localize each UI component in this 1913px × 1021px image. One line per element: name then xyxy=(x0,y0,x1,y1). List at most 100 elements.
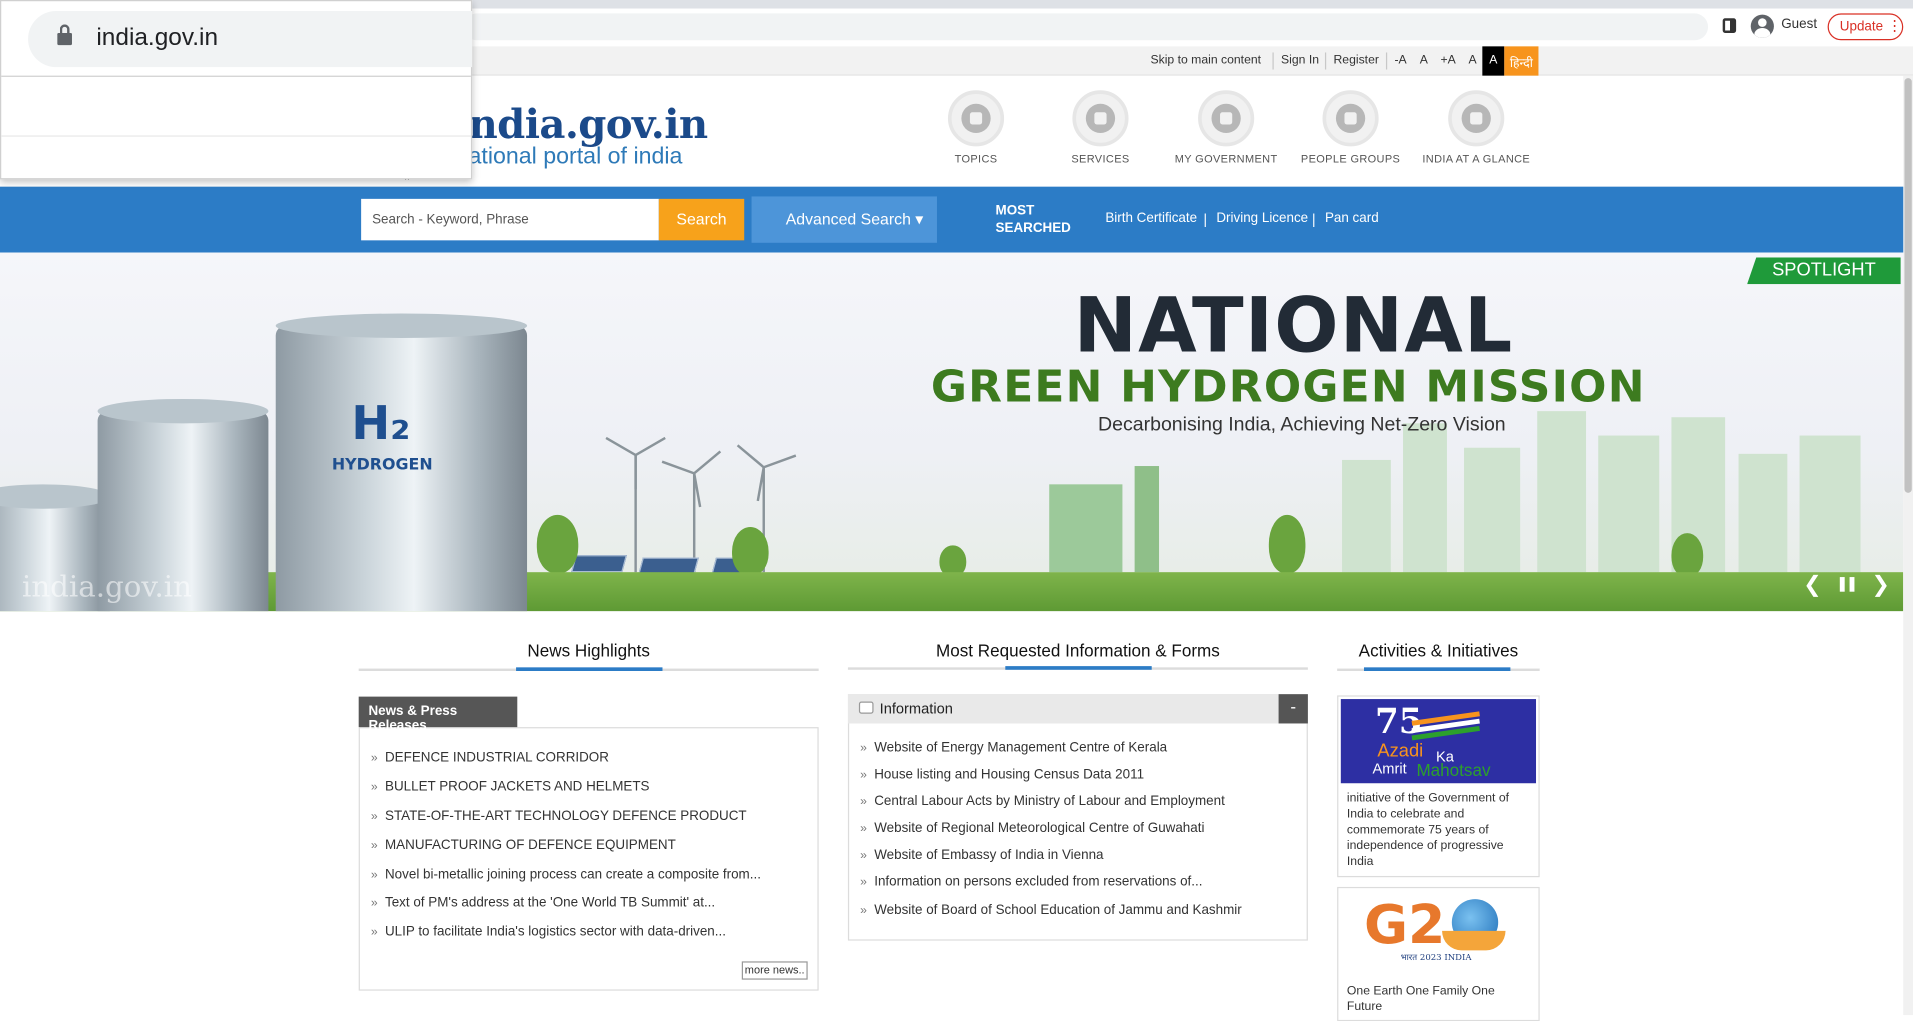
news-press-releases-tab[interactable]: News & Press Releases xyxy=(358,696,518,733)
chevron-double-right-icon: » xyxy=(860,795,867,809)
information-item[interactable]: » Website of Board of School Education of… xyxy=(860,903,1242,918)
azadi-ka-amrit-mahotsav-logo[interactable]: 75 Azadi Ka Amrit Mahotsav xyxy=(1340,699,1537,784)
lock-icon[interactable] xyxy=(57,24,72,46)
divider xyxy=(1385,52,1388,70)
nav-my-government[interactable]: MY GOVERNMENT xyxy=(1159,90,1293,165)
contrast-light-button[interactable]: A xyxy=(1463,46,1483,75)
information-item[interactable]: » Central Labour Acts by Ministry of Labo… xyxy=(860,794,1225,809)
carousel-next-icon[interactable]: ❯ xyxy=(1872,572,1890,598)
news-item-label: DEFENCE INDUSTRIAL CORRIDOR xyxy=(384,750,609,765)
nav-india-at-a-glance[interactable]: INDIA AT A GLANCE xyxy=(1409,90,1543,165)
wind-turbine-blade xyxy=(605,436,637,457)
activity-card-text[interactable]: One Earth One Family One Future xyxy=(1347,983,1530,1015)
information-item[interactable]: » Information on persons excluded from re… xyxy=(860,875,1202,890)
news-item[interactable]: » STATE-OF-THE-ART TECHNOLOGY DEFENCE PRO… xyxy=(371,809,747,824)
chevron-double-right-icon: » xyxy=(860,849,867,863)
skip-to-content-link[interactable]: Skip to main content xyxy=(1150,54,1261,67)
solar-panel xyxy=(571,555,627,573)
news-item[interactable]: » Novel bi-metallic joining process can c… xyxy=(371,867,761,882)
wind-turbine-blade xyxy=(736,444,765,469)
azadi-logo-word: Azadi xyxy=(1377,740,1424,762)
government-building-icon xyxy=(1198,90,1255,147)
spotlight-banner[interactable]: H₂ HYDROGEN india.gov.in NATIONAL GREEN … xyxy=(0,252,1904,612)
news-item[interactable]: » MANUFACTURING OF DEFENCE EQUIPMENT xyxy=(371,838,676,853)
news-box xyxy=(358,727,819,991)
most-searched-pan-card[interactable]: Pan card xyxy=(1325,211,1379,226)
chevron-double-right-icon: » xyxy=(370,925,378,940)
information-item[interactable]: » Website of Embassy of India in Vienna xyxy=(860,848,1103,863)
glance-target-icon xyxy=(1448,90,1505,147)
omnibox-url-field[interactable] xyxy=(28,10,473,68)
information-item-label: Central Labour Acts by Ministry of Labou… xyxy=(874,794,1225,809)
information-item[interactable]: » Website of Regional Meteorological Cent… xyxy=(860,821,1204,836)
nav-topics[interactable]: TOPICS xyxy=(909,90,1043,165)
update-label: Update xyxy=(1839,19,1884,35)
sign-in-link[interactable]: Sign In xyxy=(1281,54,1319,67)
most-searched-heading: MOST SEARCHED xyxy=(996,203,1071,237)
wind-turbine-blade xyxy=(661,460,695,475)
news-section-title: News Highlights xyxy=(527,640,650,661)
information-item[interactable]: » Website of Energy Management Centre of … xyxy=(860,741,1167,756)
advanced-search-dropdown[interactable]: Advanced Search ▾ xyxy=(751,196,937,243)
news-item[interactable]: » Text of PM's address at the 'One World … xyxy=(371,895,715,910)
g20-logo[interactable]: G2 भारत 2023 INDIA xyxy=(1364,894,1510,970)
chevron-double-right-icon: » xyxy=(860,768,867,783)
document-icon xyxy=(858,701,874,714)
carousel-pause-icon[interactable] xyxy=(1839,577,1855,592)
update-button[interactable]: Update ⋮ xyxy=(1827,13,1904,41)
most-searched-line1: MOST xyxy=(995,203,1035,219)
more-news-button[interactable]: more news.. xyxy=(741,961,808,980)
profile-avatar-icon[interactable] xyxy=(1750,14,1774,38)
chat-bubbles-icon xyxy=(947,90,1005,147)
activity-card-text[interactable]: initiative of the Government of India to… xyxy=(1347,791,1530,870)
information-item-label: Website of Regional Meteorological Centr… xyxy=(874,821,1205,836)
chevron-double-right-icon: » xyxy=(370,810,378,824)
news-item[interactable]: » ULIP to facilitate India's logistics se… xyxy=(371,925,726,940)
search-input[interactable] xyxy=(361,198,659,241)
news-item[interactable]: » BULLET PROOF JACKETS AND HELMETS xyxy=(371,780,650,795)
tank-hydrogen-label: HYDROGEN xyxy=(331,456,433,475)
font-increase-button[interactable]: +A xyxy=(1436,46,1460,75)
banner-watermark: india.gov.in xyxy=(21,569,193,604)
most-searched-birth-certificate[interactable]: Birth Certificate xyxy=(1105,211,1197,226)
news-item[interactable]: » DEFENCE INDUSTRIAL CORRIDOR xyxy=(371,750,609,765)
nav-services[interactable]: SERVICES xyxy=(1033,90,1167,165)
banner-title: NATIONAL xyxy=(1073,280,1514,370)
wind-turbine-blade xyxy=(634,455,637,490)
divider xyxy=(1324,52,1327,70)
search-button[interactable]: Search xyxy=(658,198,745,241)
site-logo-title[interactable]: ndia.gov.in xyxy=(468,100,708,148)
contrast-dark-button[interactable]: A xyxy=(1482,46,1505,76)
hindi-language-button[interactable]: हिन्दी xyxy=(1504,46,1539,76)
gear-icon xyxy=(1072,90,1129,147)
banner-subtitle: GREEN HYDROGEN MISSION xyxy=(930,362,1646,413)
menu-dots-icon: ⋮ xyxy=(1887,17,1903,35)
most-searched-line2: SEARCHED xyxy=(995,220,1071,236)
omnibox-url-text[interactable]: india.gov.in xyxy=(96,24,218,52)
azadi-logo-amrit: Amrit xyxy=(1372,760,1407,778)
carousel-prev-icon[interactable]: ❮ xyxy=(1803,572,1821,598)
information-item[interactable]: » House listing and Housing Census Data 2… xyxy=(860,767,1144,782)
register-link[interactable]: Register xyxy=(1333,54,1378,67)
profile-label[interactable]: Guest xyxy=(1781,17,1817,32)
chevron-double-right-icon: » xyxy=(860,904,867,918)
font-decrease-button[interactable]: -A xyxy=(1390,46,1412,75)
chevron-double-right-icon: » xyxy=(370,780,378,795)
most-searched-driving-licence[interactable]: Driving Licence xyxy=(1216,211,1308,226)
building xyxy=(1342,459,1391,573)
page-scrollbar-thumb[interactable] xyxy=(1904,78,1912,493)
building xyxy=(1799,435,1861,573)
omnibox-dropdown: india.gov.in xyxy=(0,0,473,180)
activities-section-title: Activities & Initiatives xyxy=(1358,640,1519,661)
nav-people-groups[interactable]: PEOPLE GROUPS xyxy=(1283,90,1417,165)
building xyxy=(1464,447,1521,573)
font-normal-button[interactable]: A xyxy=(1414,46,1434,75)
link-separator: | xyxy=(1202,211,1208,227)
banner-tagline: Decarbonising India, Achieving Net-Zero … xyxy=(1098,414,1506,436)
chevron-double-right-icon: » xyxy=(860,822,867,836)
address-bar[interactable] xyxy=(463,13,1709,41)
collapse-button[interactable]: - xyxy=(1278,694,1308,724)
side-panel-icon[interactable] xyxy=(1722,18,1737,33)
wind-turbine-blade xyxy=(763,454,797,469)
nav-label: INDIA AT A GLANCE xyxy=(1422,152,1531,165)
